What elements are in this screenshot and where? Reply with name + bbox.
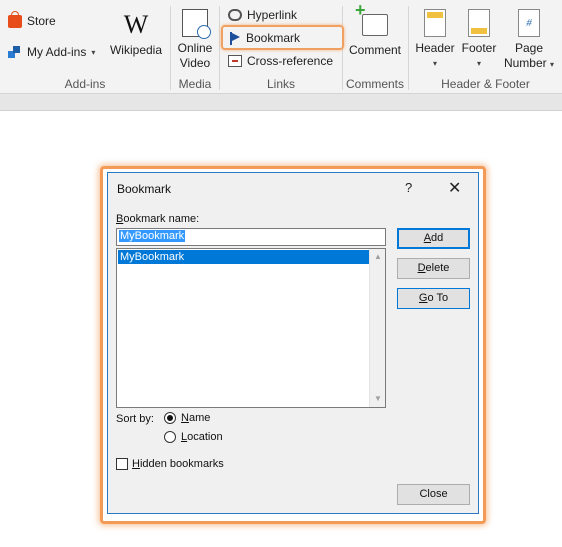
scroll-up-icon[interactable]: ▲ [370,249,386,265]
sort-by-label: Sort by: [116,413,154,425]
sort-name-label: Name [181,412,211,424]
header-icon [422,8,448,38]
my-addins-label: My Add-ins [27,45,87,59]
chevron-down-icon: ▾ [550,60,555,69]
wikipedia-icon: W [123,10,149,39]
footer-icon [466,8,492,38]
list-scrollbar[interactable]: ▲ ▼ [369,249,385,407]
header-label: Header [415,41,455,55]
media-group-label: Media [178,77,212,91]
chevron-down-icon: ▾ [432,59,437,68]
cross-reference-button[interactable]: Cross-reference [228,54,333,68]
store-icon [8,10,22,28]
chevron-down-icon: ▾ [476,59,481,68]
hidden-bookmarks-label: Hidden bookmarks [132,458,224,470]
bookmark-name-input[interactable]: MyBookmark [116,228,386,246]
comments-group-label: Comments [345,77,404,91]
page-number-icon: # [516,8,542,38]
sort-location-radio[interactable]: Location [164,431,223,443]
bookmark-list[interactable]: MyBookmark ▲ ▼ [116,248,386,408]
sort-location-label: Location [181,431,223,443]
sort-name-radio[interactable]: Name [164,412,210,424]
close-button[interactable]: Close [397,484,470,505]
links-group-label: Links [266,77,295,91]
header-footer-group-label: Header & Footer [441,77,530,91]
addins-icon [8,45,22,59]
footer-button[interactable]: Footer ▾ [457,8,501,71]
add-button[interactable]: Add [397,228,470,249]
wikipedia-button[interactable]: W Wikipedia [108,10,164,58]
hyperlink-button[interactable]: Hyperlink [228,8,297,22]
help-icon[interactable]: ? [405,180,412,195]
dialog-title: Bookmark [117,182,172,196]
online-video-label-line2: Video [179,56,211,70]
header-button[interactable]: Header ▾ [413,8,457,71]
page-number-label-line1: Page [514,41,544,55]
comment-button[interactable]: Comment [345,3,405,58]
go-to-button[interactable]: Go To [397,288,470,309]
bookmark-highlight-annotation [221,25,344,50]
addins-group-label: Add-ins [64,77,106,91]
scroll-down-icon[interactable]: ▼ [370,391,386,407]
checkbox-icon[interactable] [116,458,128,470]
cross-reference-icon [228,55,242,67]
ruler-band [0,94,562,111]
radio-selected-icon[interactable] [164,412,176,424]
cross-reference-label: Cross-reference [247,54,334,68]
wikipedia-label: Wikipedia [109,43,163,57]
hidden-bookmarks-checkbox[interactable]: Hidden bookmarks [116,458,224,470]
comment-label: Comment [348,43,401,57]
bookmark-name-label: Bookmark name: [116,213,200,225]
list-item[interactable]: MyBookmark [118,250,369,264]
my-addins-button[interactable]: My Add-ins ▾ [8,45,95,59]
online-video-button[interactable]: Online Video [174,8,216,71]
hyperlink-label: Hyperlink [247,8,298,22]
footer-label: Footer [461,41,497,55]
chevron-down-icon: ▾ [91,47,96,57]
store-button[interactable]: Store [8,10,56,28]
store-label: Store [27,14,56,28]
bookmark-dialog: Bookmark ? ✕ Bookmark name: MyBookmark M… [107,172,479,514]
link-icon [228,9,242,21]
radio-unselected-icon[interactable] [164,431,176,443]
page-number-button[interactable]: # Page Number ▾ [501,8,557,72]
delete-button[interactable]: Delete [397,258,470,279]
ribbon: Store My Add-ins ▾ W Wikipedia Add-ins O… [0,0,562,94]
page-number-label-line2: Number [503,56,547,70]
new-comment-icon [355,3,388,40]
online-video-label-line1: Online [177,41,213,55]
close-icon[interactable]: ✕ [448,178,461,198]
online-video-icon [182,8,211,39]
bookmark-name-value: MyBookmark [119,230,186,242]
